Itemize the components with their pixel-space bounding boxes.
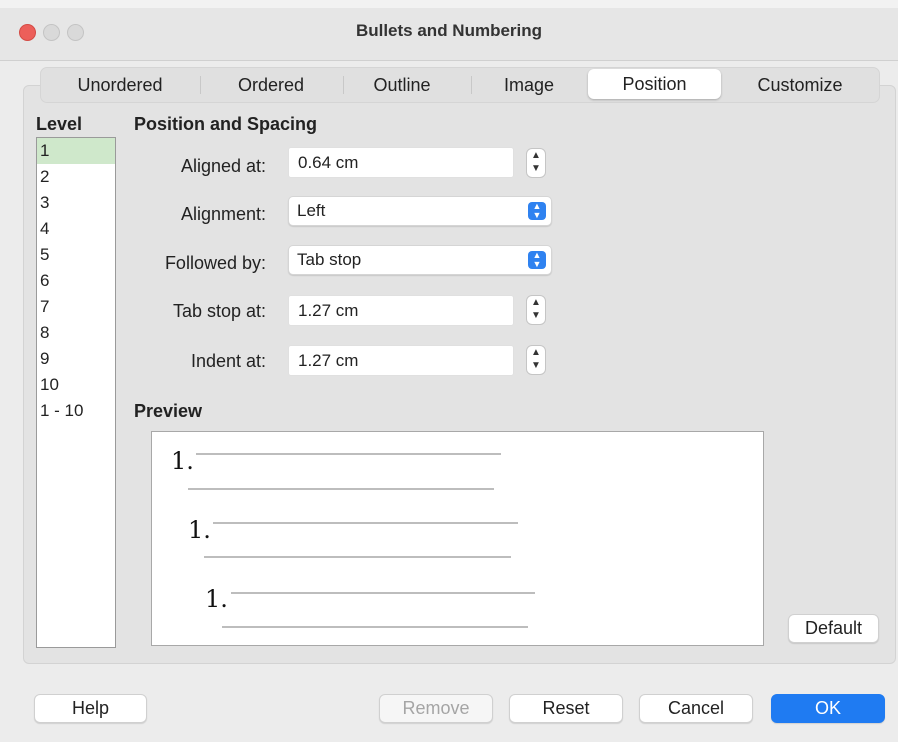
position-spacing-heading: Position and Spacing [134,114,318,134]
updown-chevron-icon: ▲ ▼ [528,202,546,220]
help-button[interactable]: Help [34,694,147,723]
followed-by-select[interactable]: Tab stop ▲ ▼ [288,245,552,275]
tab-outline[interactable]: Outline [347,68,457,102]
title-bar: Bullets and Numbering [0,0,898,61]
level-label: Level [36,114,83,134]
dialog-window: Bullets and Numbering Unordered Ordered … [0,0,898,742]
reset-button[interactable]: Reset [509,694,623,723]
tab-ordered[interactable]: Ordered [204,68,338,102]
preview-line [196,453,501,455]
indent-at-field[interactable]: 1.27 cm [288,345,514,376]
indent-at-label: Indent at: [190,351,266,371]
level-item-10[interactable]: 10 [37,372,115,398]
level-item-8[interactable]: 8 [37,320,115,346]
preview-line [231,592,535,594]
preview-line [188,488,494,490]
followed-by-value: Tab stop [297,250,362,269]
tab-stop-at-field[interactable]: 1.27 cm [288,295,514,326]
preview-heading: Preview [134,401,203,421]
tab-stop-at-label: Tab stop at: [172,301,266,321]
aligned-at-field[interactable]: 0.64 cm [288,147,514,178]
tab-stop-at-stepper-icon[interactable]: ▲ ▼ [526,295,546,325]
preview-number-level2: 1. [188,516,211,544]
default-button[interactable]: Default [788,614,879,643]
preview-line [204,556,511,558]
tab-separator [343,76,344,94]
updown-chevron-icon: ▲ ▼ [528,251,546,269]
remove-button[interactable]: Remove [379,694,493,723]
preview-area: 1. 1. 1. [151,431,764,646]
tab-separator [200,76,201,94]
title-bar-strip [0,0,898,8]
followed-by-label: Followed by: [164,253,266,273]
aligned-at-stepper-icon[interactable]: ▲ ▼ [526,148,546,178]
preview-line [213,522,518,524]
tab-bar: Unordered Ordered Outline Image Position… [40,67,880,103]
preview-number-level3: 1. [205,585,228,613]
ok-button[interactable]: OK [771,694,885,723]
aligned-at-label: Aligned at: [180,156,266,176]
alignment-value: Left [297,201,326,220]
indent-at-stepper-icon[interactable]: ▲ ▼ [526,345,546,375]
tab-separator [471,76,472,94]
level-item-all[interactable]: 1 - 10 [37,398,115,424]
cancel-button[interactable]: Cancel [639,694,753,723]
tab-image[interactable]: Image [475,68,583,102]
preview-line [222,626,528,628]
alignment-select[interactable]: Left ▲ ▼ [288,196,552,226]
tab-unordered[interactable]: Unordered [45,68,195,102]
alignment-label: Alignment: [180,204,266,224]
preview-number-level1: 1. [171,447,194,475]
tab-position[interactable]: Position [588,69,721,99]
window-title: Bullets and Numbering [355,21,543,40]
tab-customize[interactable]: Customize [725,68,875,102]
